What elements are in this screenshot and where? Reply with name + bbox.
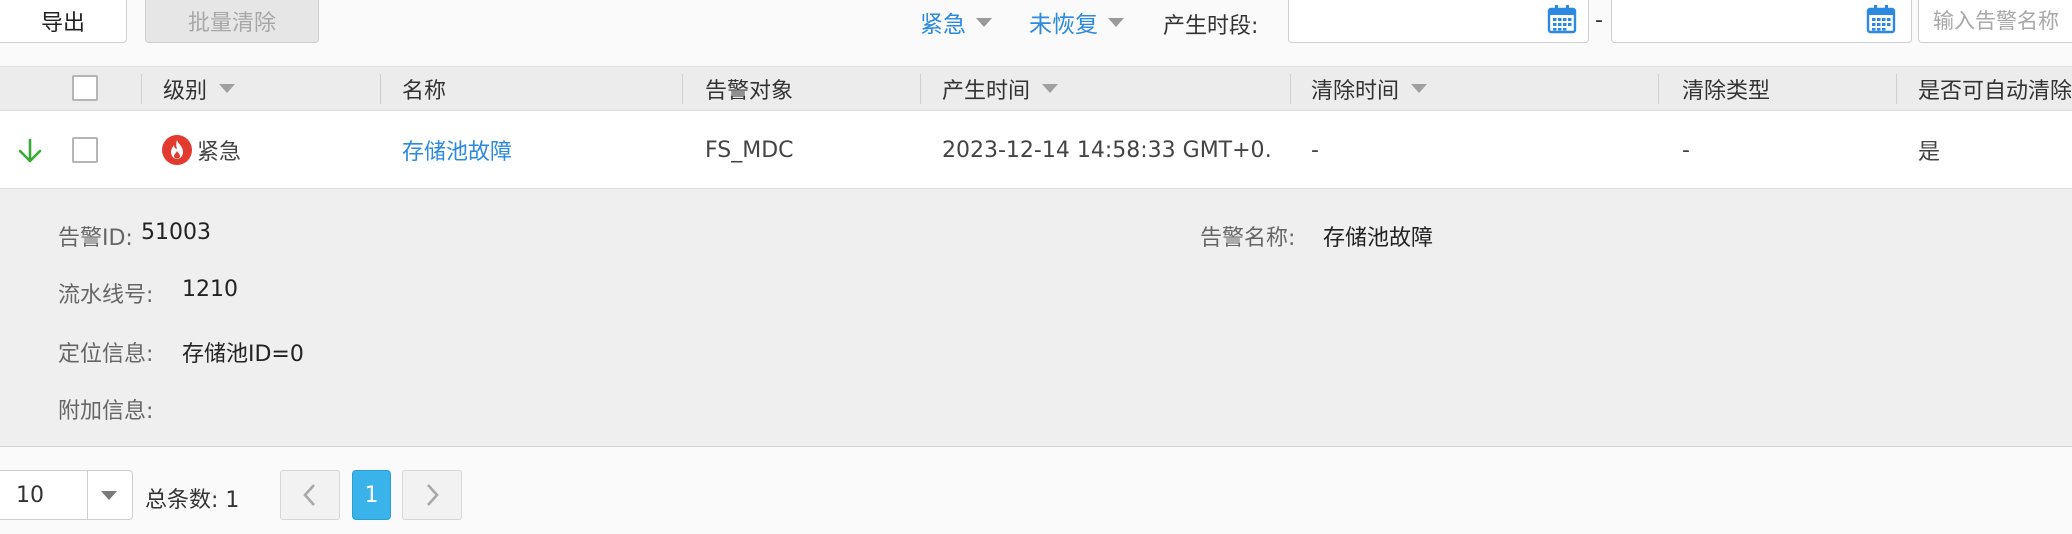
alarm-detail-panel: 告警ID: 51003 告警名称: 存储池故障 流水线号: 1210 定位信息:… (0, 189, 2072, 447)
chevron-down-icon (101, 491, 117, 500)
prev-page-button[interactable] (280, 470, 340, 520)
calendar-icon[interactable] (1866, 4, 1896, 34)
column-divider (682, 74, 683, 104)
expand-down-arrow-icon[interactable] (16, 137, 44, 165)
export-button-label: 导出 (40, 11, 85, 36)
page-size-divider (87, 471, 88, 519)
column-divider (1896, 74, 1897, 104)
chevron-down-icon (976, 17, 992, 27)
column-header-auto-clear-label: 是否可自动清除 (1918, 78, 2072, 104)
bulk-clear-button-label: 批量清除 (187, 11, 276, 36)
page-size-select[interactable]: 10 (0, 470, 133, 520)
column-divider (141, 74, 142, 104)
chevron-left-icon (303, 484, 315, 506)
page-size-value: 10 (16, 483, 44, 508)
export-button[interactable]: 导出 (0, 0, 127, 43)
row-checkbox[interactable] (72, 137, 98, 163)
auto-clear-cell: 是 (1918, 140, 1941, 165)
status-filter-dropdown[interactable]: 未恢复 (1029, 6, 1124, 38)
column-header-clear-time[interactable]: 清除时间 (1311, 67, 1428, 110)
alarm-id-value: 51003 (141, 220, 211, 245)
alarm-name-link[interactable]: 存储池故障 (402, 111, 512, 189)
sort-down-icon (1411, 84, 1428, 93)
column-header-name-label: 名称 (402, 78, 447, 104)
select-all-checkbox[interactable] (72, 75, 98, 101)
column-header-name: 名称 (402, 67, 446, 110)
location-info-value: 存储池ID=0 (182, 342, 304, 367)
serial-number-value: 1210 (182, 277, 238, 302)
sort-down-icon (219, 84, 236, 93)
serial-number-label: 流水线号: (58, 283, 154, 308)
clear-type-cell: - (1682, 137, 1690, 163)
alarm-id-label: 告警ID: (58, 226, 133, 251)
total-count-label: 总条数: 1 (145, 488, 240, 513)
column-header-auto-clear: 是否可自动清除 (1918, 67, 2072, 110)
table-row[interactable]: 紧急 存储池故障 FS_MDC 2023-12-14 14:58:33 GMT+… (0, 111, 2072, 189)
table-header: 级别 名称 告警对象 产生时间 清除时间 清除类型 是否可自动清除 (0, 66, 2072, 111)
status-filter-label: 未恢复 (1029, 12, 1098, 38)
calendar-icon[interactable] (1547, 4, 1577, 34)
sort-down-icon (1042, 84, 1059, 93)
extra-info-label: 附加信息: (58, 399, 154, 424)
chevron-right-icon (427, 484, 439, 506)
alarm-name-value: 存储池故障 (1323, 226, 1434, 251)
severity-filter-dropdown[interactable]: 紧急 (920, 6, 992, 38)
column-header-clear-type: 清除类型 (1682, 67, 1770, 110)
alarm-object-cell: FS_MDC (705, 137, 794, 163)
column-header-level[interactable]: 级别 (163, 67, 236, 110)
period-label: 产生时段: (1163, 14, 1259, 39)
fire-icon (162, 135, 192, 165)
column-divider (920, 74, 921, 104)
clear-time-cell: - (1311, 137, 1319, 163)
level-text: 紧急 (197, 140, 242, 165)
alarm-name-search-input[interactable] (1918, 0, 2072, 43)
column-header-occur-time-label: 产生时间 (942, 78, 1031, 104)
column-header-object: 告警对象 (705, 67, 793, 110)
severity-filter-label: 紧急 (920, 12, 966, 38)
page-1-button[interactable]: 1 (352, 470, 391, 520)
next-page-button[interactable] (402, 470, 462, 520)
chevron-down-icon (1108, 17, 1124, 27)
column-divider (1290, 74, 1291, 104)
alarm-name-label: 告警名称: (1200, 226, 1296, 251)
date-range-separator: - (1595, 8, 1603, 33)
end-date-input[interactable] (1611, 0, 1912, 43)
column-header-object-label: 告警对象 (705, 78, 794, 104)
column-header-level-label: 级别 (163, 78, 208, 104)
column-divider (380, 74, 381, 104)
level-cell: 紧急 (161, 111, 241, 189)
bulk-clear-button[interactable]: 批量清除 (145, 0, 319, 43)
column-divider (1658, 74, 1659, 104)
start-date-input[interactable] (1288, 0, 1589, 43)
location-info-label: 定位信息: (58, 342, 154, 367)
column-header-clear-type-label: 清除类型 (1682, 78, 1771, 104)
column-header-occur-time[interactable]: 产生时间 (942, 67, 1059, 110)
column-header-clear-time-label: 清除时间 (1311, 78, 1400, 104)
occur-time-cell: 2023-12-14 14:58:33 GMT+0… (942, 137, 1272, 163)
